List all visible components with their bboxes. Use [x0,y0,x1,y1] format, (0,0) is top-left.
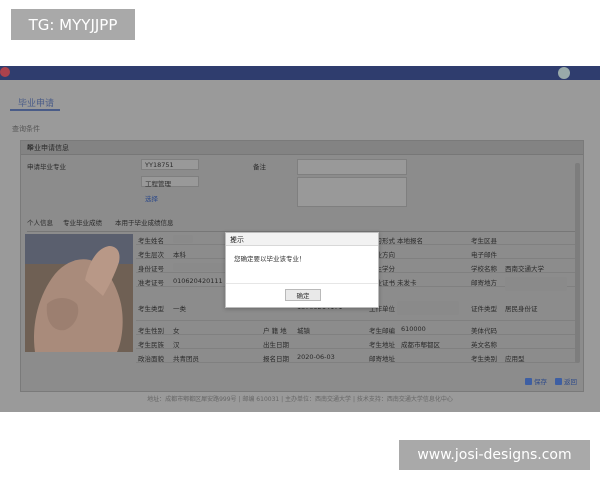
back-icon [555,377,562,385]
back-label: 返回 [564,378,577,386]
field-label: 考生性别 [138,327,164,335]
field-label: 证件类型 [471,305,497,313]
apply-major-label: 申请毕业专业 [27,163,66,171]
save-button[interactable]: 保存 [525,376,547,386]
field-label: 美体代码 [471,327,497,335]
dialog-message: 您确定要以毕业该专业！ [234,255,306,263]
major-name-field[interactable]: 工程管理 [141,176,199,188]
field-value: 未发卡 [397,279,417,287]
field-label: 身份证号 [138,265,164,273]
select-link[interactable]: 选择 [145,193,158,203]
close-icon[interactable]: × [27,143,579,151]
field-label: 户 籍 地 [263,327,287,335]
student-photo [25,234,133,352]
window-titlebar: 毕业申请信息 □ × [21,141,583,155]
field-value: 汉 [173,341,180,349]
back-button[interactable]: 返回 [555,376,577,386]
field-label: 考生地址 [369,341,395,349]
field-label: 考生民族 [138,341,164,349]
field-value: 本科 [173,251,186,259]
query-label: 查询条件 [12,125,40,133]
remark-label: 备注 [253,163,266,171]
field-label: 学校名称 [471,265,497,273]
field-label: 电子邮件 [471,251,497,259]
app-header [0,66,600,80]
field-value: 西南交通大学 [505,265,544,273]
field-value: 010620420111 [173,277,223,285]
save-label: 保存 [534,378,547,386]
field-label: 邮寄地方 [471,279,497,287]
field-value: 城镇 [297,327,310,335]
field-label: 政治面貌 [138,355,164,363]
row-divider [136,348,576,349]
field-label: 考生层次 [138,251,164,259]
watermark-bottom: www.josi-designs.com [399,440,590,470]
field-label: 考生姓名 [138,237,164,245]
row-divider [136,320,576,321]
dialog-divider [226,283,378,284]
save-icon [525,377,532,385]
watermark-top: TG: MYYJJPP [11,9,135,40]
field-label: 考生邮编 [369,327,395,335]
field-value: 610000 [401,325,426,333]
redacted-value [173,235,193,243]
dialog-titlebar: 提示 × [226,233,378,246]
tab-personal-info[interactable]: 个人信息 [27,217,53,227]
field-value: 本地报名 [397,237,423,245]
photo-image [25,234,133,352]
major-code-value: YY18751 [145,161,174,169]
tab-graduation-apply[interactable]: 毕业申请 [18,96,54,109]
redacted-value [505,277,567,291]
field-value: 成都市郫都区 [401,341,440,349]
field-label: 出生日期 [263,341,289,349]
tab-major-scores[interactable]: 专业毕业成绩 [63,217,102,227]
field-value: 应用型 [505,355,525,363]
field-value: 2020-06-03 [297,353,335,361]
field-label: 邮寄地址 [369,355,395,363]
field-label: 准考证号 [138,279,164,287]
window-scrollbar[interactable] [575,163,580,363]
field-label: 报名日期 [263,355,289,363]
page-footer: 地址：成都市郫都区犀安路999号 | 邮编 610031 | 主办单位：西南交通… [147,396,453,403]
close-icon[interactable]: × [230,235,373,243]
redacted-value [173,263,229,271]
field-value: 共青团员 [173,355,199,363]
logo-icon [0,67,10,77]
field-label: 考生类别 [471,355,497,363]
tab-score-info[interactable]: 本用于毕业成绩信息 [115,217,174,227]
active-tab-indicator [10,109,60,111]
field-label: 考生类型 [138,305,164,313]
field-value: 一类 [173,305,186,313]
ok-button[interactable]: 确定 [285,289,321,301]
confirm-dialog: 提示 × 您确定要以毕业该专业！ 确定 [225,232,379,308]
row-divider [136,334,576,335]
field-value: 女 [173,327,180,335]
major-name-value: 工程管理 [145,180,171,188]
user-avatar-icon[interactable] [558,67,570,79]
field-label: 考生区县 [471,237,497,245]
redacted-value [397,301,459,315]
remark-input[interactable] [297,159,407,175]
remark-textarea[interactable] [297,177,407,207]
field-value: 居民身份证 [505,305,538,313]
major-code-field[interactable]: YY18751 [141,159,199,170]
page: 毕业申请 查询条件 地址：成都市郫都区犀安路999号 | 邮编 610031 |… [0,0,600,480]
field-label: 英文名称 [471,341,497,349]
